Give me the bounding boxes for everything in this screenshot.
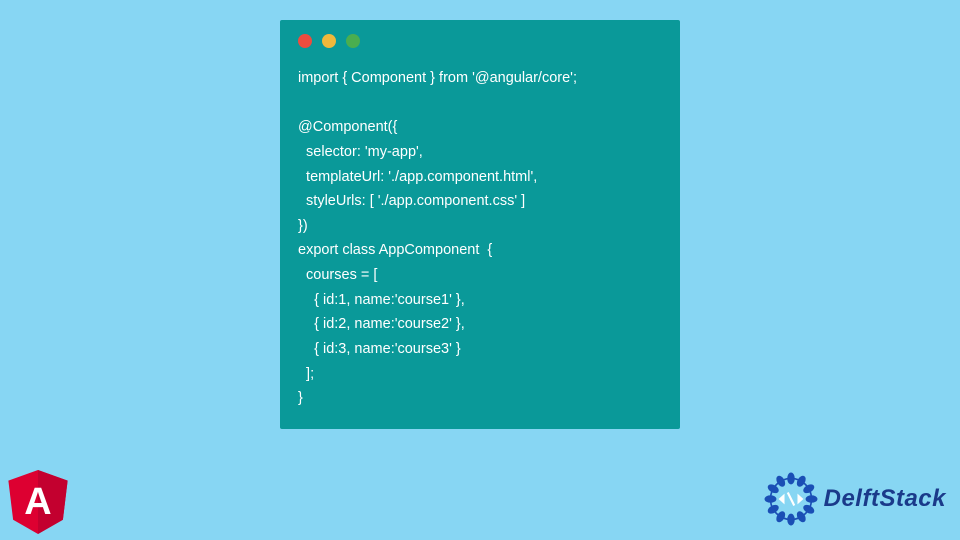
window-controls	[298, 34, 662, 48]
angular-letter: A	[24, 481, 51, 523]
delftstack-badge-icon	[764, 472, 818, 526]
maximize-icon	[346, 34, 360, 48]
close-icon	[298, 34, 312, 48]
code-block: import { Component } from '@angular/core…	[298, 66, 662, 411]
minimize-icon	[322, 34, 336, 48]
delftstack-brand: DelftStack	[764, 472, 946, 526]
code-window: import { Component } from '@angular/core…	[280, 20, 680, 429]
angular-logo-icon: A	[8, 470, 68, 534]
delftstack-label: DelftStack	[824, 485, 946, 513]
